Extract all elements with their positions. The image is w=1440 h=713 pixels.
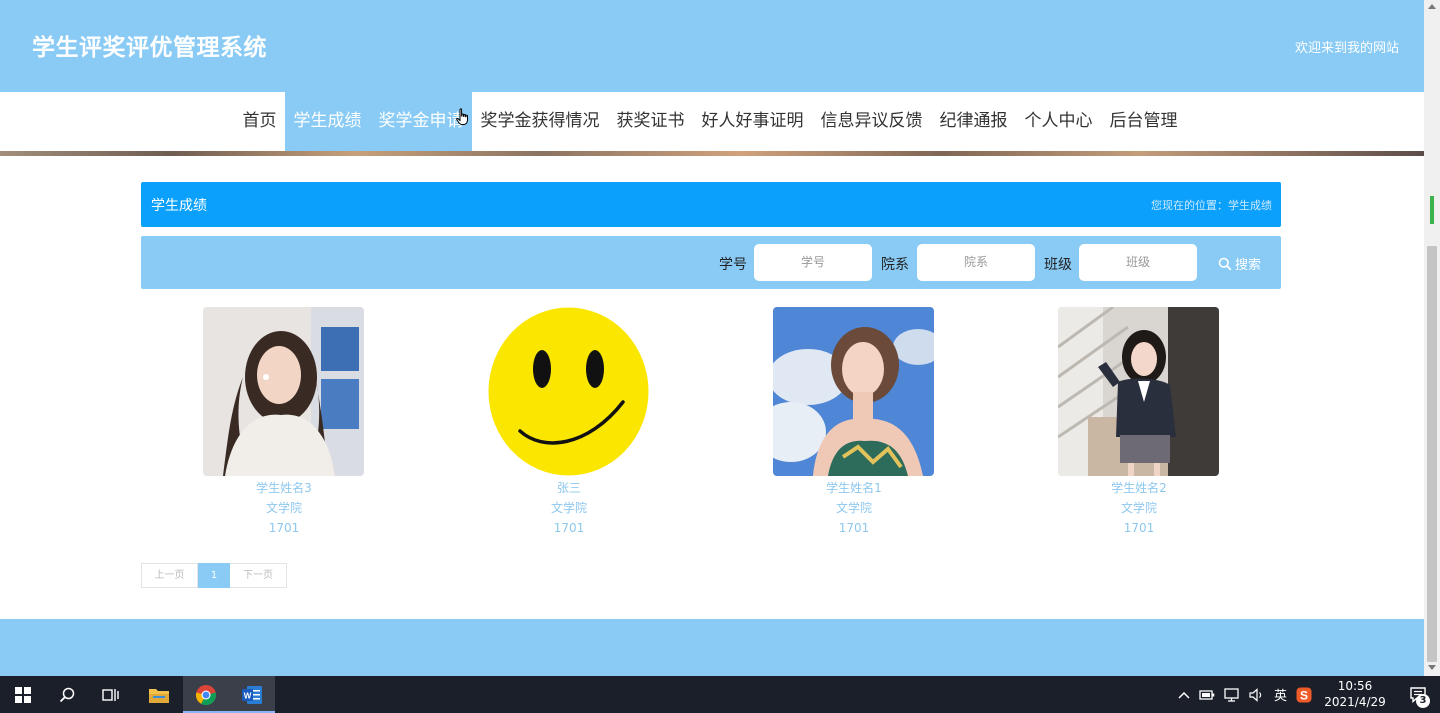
student-card[interactable]: 张三 文学院 1701	[488, 307, 650, 538]
site-header: 学生评奖评优管理系统 欢迎来到我的网站	[0, 0, 1424, 92]
student-name[interactable]: 张三	[488, 478, 650, 498]
svg-text:W: W	[244, 691, 252, 700]
dept-label: 院系	[881, 257, 909, 273]
windows-icon	[15, 686, 31, 703]
dept-input[interactable]: 院系	[917, 244, 1035, 281]
class-input[interactable]: 班级	[1079, 244, 1197, 281]
hand-cursor-icon	[456, 108, 468, 125]
search-button-label: 搜索	[1235, 258, 1262, 273]
page-title: 学生成绩	[151, 198, 207, 214]
student-photo[interactable]	[203, 307, 364, 476]
search-button[interactable]: 搜索	[1218, 254, 1261, 273]
notification-count: 3	[1416, 694, 1430, 708]
sogou-ime-icon[interactable]: S	[1296, 687, 1312, 703]
action-center-button[interactable]: 3	[1398, 676, 1440, 713]
scroll-up-icon[interactable]	[1428, 4, 1436, 9]
network-icon[interactable]	[1224, 687, 1240, 702]
clock-time: 10:56	[1337, 679, 1373, 693]
student-card[interactable]: 学生姓名2 文学院 1701	[1058, 307, 1220, 538]
volume-icon[interactable]	[1249, 687, 1265, 702]
taskbar-clock[interactable]: 10:56 2021/4/29	[1322, 678, 1388, 710]
nav-item-student-scores[interactable]: 学生成绩	[285, 92, 370, 151]
site-title: 学生评奖评优管理系统	[32, 35, 267, 61]
page-number-button[interactable]: 1	[198, 563, 230, 588]
nav-item-certificates[interactable]: 获奖证书	[608, 92, 693, 151]
chrome-icon	[195, 684, 217, 705]
student-dept: 文学院	[835, 501, 872, 515]
taskbar-search-button[interactable]	[44, 676, 90, 713]
student-dept: 文学院	[1120, 501, 1157, 515]
student-class: 1701	[553, 521, 585, 535]
nav-item-feedback[interactable]: 信息异议反馈	[812, 92, 931, 151]
word-button[interactable]: W	[229, 676, 275, 713]
scroll-down-icon[interactable]	[1428, 665, 1436, 670]
student-name[interactable]: 学生姓名1	[773, 478, 935, 498]
task-view-button[interactable]	[88, 676, 134, 713]
student-dept: 文学院	[265, 501, 302, 515]
chevron-up-icon[interactable]	[1178, 691, 1190, 699]
welcome-text: 欢迎来到我的网站	[1294, 41, 1399, 56]
student-no-input[interactable]: 学号	[754, 244, 872, 281]
folder-icon	[149, 688, 169, 703]
nav-item-scholarship-results[interactable]: 奖学金获得情况	[472, 92, 608, 151]
ime-indicator[interactable]: 英	[1274, 685, 1287, 704]
pagination: 上一页 1 下一页	[141, 563, 287, 588]
student-card[interactable]: 学生姓名3 文学院 1701	[203, 307, 365, 538]
class-label: 班级	[1044, 257, 1072, 273]
student-name[interactable]: 学生姓名3	[203, 478, 365, 498]
page-scrollbar[interactable]	[1424, 0, 1440, 676]
site-footer	[0, 619, 1424, 676]
file-explorer-button[interactable]	[136, 676, 182, 713]
scroll-marker	[1430, 196, 1434, 224]
nav-item-admin[interactable]: 后台管理	[1101, 92, 1186, 151]
main-nav: 首页 学生成绩 奖学金申请 奖学金获得情况 获奖证书 好人好事证明 信息异议反馈…	[0, 92, 1424, 151]
nav-item-good-deeds[interactable]: 好人好事证明	[693, 92, 812, 151]
student-class: 1701	[838, 521, 870, 535]
chrome-button[interactable]	[183, 676, 229, 713]
search-icon	[1218, 257, 1232, 270]
student-photo[interactable]	[773, 307, 934, 476]
nav-item-discipline[interactable]: 纪律通报	[931, 92, 1016, 151]
student-name[interactable]: 学生姓名2	[1058, 478, 1220, 498]
student-dept: 文学院	[550, 501, 587, 515]
next-page-button[interactable]: 下一页	[230, 563, 287, 588]
task-view-icon	[102, 688, 119, 701]
start-button[interactable]	[0, 676, 46, 713]
windows-taskbar: W 英 S 10:56 2021/4/29 3	[0, 676, 1440, 713]
word-icon: W	[242, 685, 262, 704]
breadcrumb: 学生成绩 您现在的位置：学生成绩	[141, 182, 1281, 227]
student-card[interactable]: 学生姓名1 文学院 1701	[773, 307, 935, 538]
svg-text:S: S	[1300, 688, 1308, 702]
clock-date: 2021/4/29	[1324, 695, 1386, 709]
battery-icon[interactable]	[1199, 689, 1215, 701]
scrollbar-thumb[interactable]	[1427, 246, 1437, 662]
search-bar: 学号 学号 院系 院系 班级 班级 搜索	[141, 236, 1281, 289]
student-photo[interactable]	[1058, 307, 1219, 476]
browser-page: 学生评奖评优管理系统 欢迎来到我的网站 首页 学生成绩 奖学金申请 奖学金获得情…	[0, 0, 1424, 676]
student-class: 1701	[268, 521, 300, 535]
banner-image	[0, 151, 1424, 156]
nav-item-home[interactable]: 首页	[234, 92, 285, 151]
student-class: 1701	[1123, 521, 1155, 535]
system-tray: 英 S	[1178, 676, 1312, 713]
prev-page-button[interactable]: 上一页	[141, 563, 198, 588]
student-photo[interactable]	[488, 307, 649, 476]
breadcrumb-location: 您现在的位置：学生成绩	[1151, 199, 1272, 212]
student-no-label: 学号	[719, 257, 747, 273]
nav-item-profile[interactable]: 个人中心	[1016, 92, 1101, 151]
search-icon	[59, 687, 75, 702]
